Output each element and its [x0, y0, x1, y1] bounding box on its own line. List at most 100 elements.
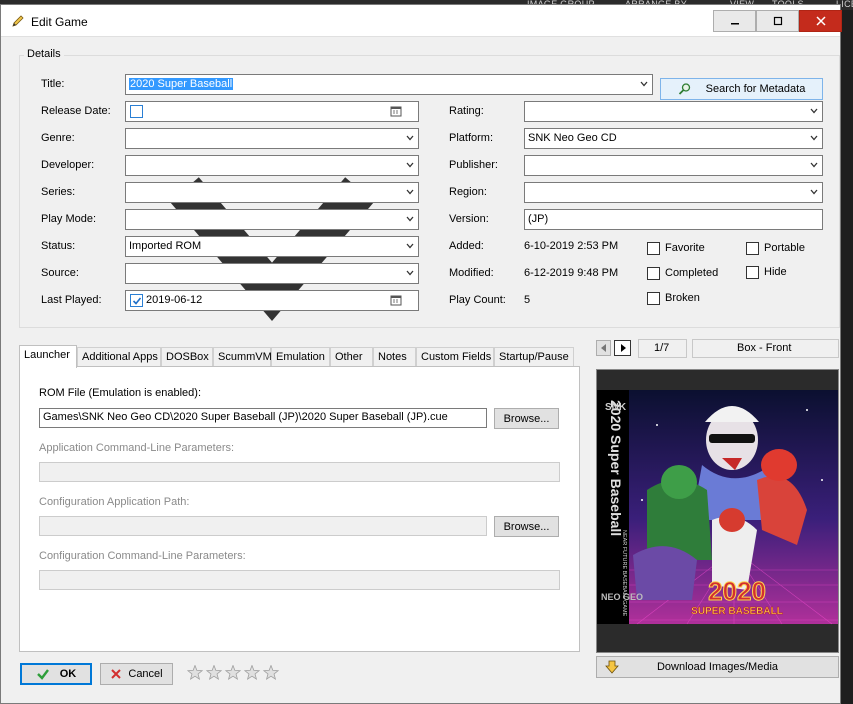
completed-label: Completed: [665, 267, 719, 279]
chevron-down-icon: [810, 189, 818, 195]
tab-scummvm[interactable]: ScummVM: [213, 347, 272, 367]
app-cmd-label: Application Command-Line Parameters:: [39, 442, 235, 454]
version-label: Version:: [449, 213, 489, 225]
window-title: Edit Game: [31, 15, 88, 29]
tab-other[interactable]: Other: [330, 347, 373, 367]
tab-additional-apps[interactable]: Additional Apps: [77, 347, 161, 367]
config-path-input[interactable]: [39, 516, 487, 536]
rom-browse-button[interactable]: Browse...: [494, 408, 559, 429]
developer-combo[interactable]: [125, 155, 419, 176]
chevron-down-icon: [810, 162, 818, 168]
status-value: Imported ROM: [129, 240, 202, 252]
star-icon[interactable]: [186, 664, 204, 680]
play-mode-combo[interactable]: [125, 209, 419, 230]
play-count-label: Play Count:: [449, 294, 506, 306]
tab-dosbox[interactable]: DOSBox: [161, 347, 213, 367]
source-label: Source:: [41, 267, 79, 279]
box-art-graphic: 2020 Super Baseball SNK NEAR FUTURE BASE…: [597, 370, 838, 652]
chevron-down-icon: [406, 135, 414, 141]
chevron-left-icon: [600, 344, 606, 352]
favorite-label: Favorite: [665, 242, 705, 254]
rom-file-value: Games\SNK Neo Geo CD\2020 Super Baseball…: [43, 411, 448, 423]
last-played-label: Last Played:: [41, 294, 102, 306]
box-neogeo-brand: NEO GEO: [601, 592, 643, 602]
star-icon[interactable]: [243, 664, 261, 680]
next-image-button[interactable]: [614, 340, 631, 356]
source-combo[interactable]: [125, 263, 419, 284]
image-type-select[interactable]: Box - Front: [692, 339, 839, 358]
chevron-down-icon: [810, 135, 818, 141]
star-icon[interactable]: [224, 664, 242, 680]
play-count-value: 5: [524, 294, 531, 306]
release-date-checkbox[interactable]: [130, 105, 143, 118]
region-combo[interactable]: [524, 182, 823, 203]
title-combo[interactable]: 2020 Super Baseball: [125, 74, 653, 95]
star-icon[interactable]: [205, 664, 223, 680]
rom-file-input[interactable]: Games\SNK Neo Geo CD\2020 Super Baseball…: [39, 408, 487, 428]
publisher-combo[interactable]: [524, 155, 823, 176]
box-brand: SNK: [605, 402, 627, 413]
star-rating[interactable]: [186, 664, 283, 681]
rating-label: Rating:: [449, 105, 484, 117]
broken-label: Broken: [665, 292, 700, 304]
chevron-right-icon: [620, 344, 626, 352]
search-icon: [678, 83, 690, 95]
chevron-down-icon: [406, 270, 414, 276]
box-side-title: 2020 Super Baseball: [608, 400, 624, 536]
tab-launcher[interactable]: Launcher: [19, 345, 77, 368]
rom-file-label: ROM File (Emulation is enabled):: [39, 387, 202, 399]
series-label: Series:: [41, 186, 76, 198]
chevron-down-icon: [406, 189, 414, 195]
genre-label: Genre:: [41, 132, 75, 144]
last-played-checkbox[interactable]: [130, 294, 143, 307]
broken-checkbox[interactable]: [647, 292, 660, 305]
config-browse-button[interactable]: Browse...: [494, 516, 559, 537]
platform-value: SNK Neo Geo CD: [528, 132, 617, 144]
tab-notes[interactable]: Notes: [373, 347, 416, 367]
title-label: Title:: [41, 78, 65, 90]
release-date-label: Release Date:: [41, 105, 111, 117]
tab-startup-pause[interactable]: Startup/Pause: [494, 347, 574, 367]
last-played-picker[interactable]: 2019-06-12: [125, 290, 419, 510]
search-metadata-button[interactable]: Search for Metadata: [660, 78, 823, 100]
launcher-panel: ROM File (Emulation is enabled): Games\S…: [19, 366, 580, 652]
minimize-button[interactable]: [713, 10, 756, 32]
config-cmd-input[interactable]: [39, 570, 560, 590]
ok-button[interactable]: OK: [20, 663, 92, 685]
status-label: Status:: [41, 240, 76, 252]
minimize-icon: [730, 23, 739, 25]
chevron-down-icon: [406, 216, 414, 222]
cancel-x-icon: [111, 669, 122, 679]
rating-combo[interactable]: [524, 101, 823, 122]
app-cmd-input[interactable]: [39, 462, 560, 482]
genre-combo[interactable]: [125, 128, 419, 149]
box-front-image: 2020 Super Baseball SNK NEAR FUTURE BASE…: [596, 369, 839, 653]
cancel-button[interactable]: Cancel: [100, 663, 173, 685]
favorite-checkbox[interactable]: [647, 242, 660, 255]
series-combo[interactable]: [125, 182, 419, 203]
portable-checkbox[interactable]: [746, 242, 759, 255]
star-rating-stars[interactable]: [186, 664, 283, 681]
completed-checkbox[interactable]: [647, 267, 660, 280]
calendar-icon: [390, 295, 402, 306]
release-date-picker[interactable]: [125, 101, 419, 321]
config-cmd-label: Configuration Command-Line Parameters:: [39, 550, 246, 562]
tab-emulation[interactable]: Emulation: [271, 347, 330, 367]
close-button[interactable]: [799, 10, 842, 32]
config-path-label: Configuration Application Path:: [39, 496, 190, 508]
chevron-down-icon: [640, 81, 648, 87]
platform-combo[interactable]: SNK Neo Geo CD: [524, 128, 823, 149]
hide-label: Hide: [764, 266, 787, 278]
chevron-down-icon: [406, 162, 414, 168]
star-icon[interactable]: [262, 664, 280, 680]
download-images-label: Download Images/Media: [656, 661, 779, 673]
download-images-button[interactable]: Download Images/Media: [596, 656, 839, 678]
prev-image-button[interactable]: [596, 340, 611, 356]
version-input[interactable]: (JP): [524, 209, 823, 230]
maximize-button[interactable]: [756, 10, 799, 32]
added-label: Added:: [449, 240, 484, 252]
tab-custom-fields[interactable]: Custom Fields: [416, 347, 494, 367]
status-combo[interactable]: Imported ROM: [125, 236, 419, 257]
hide-checkbox[interactable]: [746, 266, 759, 279]
maximize-icon: [773, 16, 782, 26]
